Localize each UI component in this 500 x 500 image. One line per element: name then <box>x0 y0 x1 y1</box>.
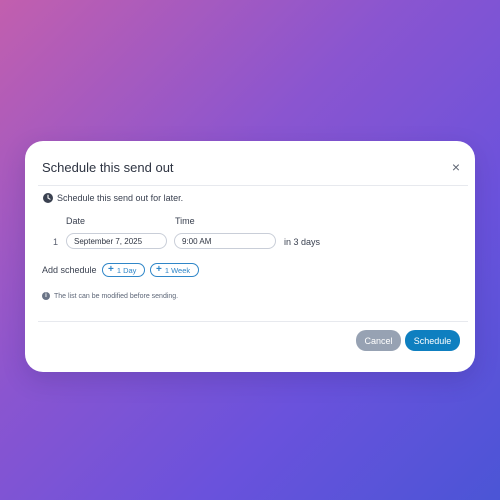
intro-text: Schedule this send out for later. <box>57 193 184 203</box>
schedule-row-index: 1 <box>53 237 59 247</box>
date-input[interactable] <box>66 233 167 249</box>
plus-icon: + <box>108 264 114 275</box>
header-divider <box>38 185 468 186</box>
add-1-week-button[interactable]: + 1 Week <box>150 263 199 277</box>
date-column-label: Date <box>66 216 86 226</box>
footer-divider <box>38 321 468 322</box>
time-column-label: Time <box>175 216 195 226</box>
info-note: i The list can be modified before sendin… <box>42 292 178 300</box>
modal-title: Schedule this send out <box>42 160 174 175</box>
plus-icon: + <box>156 264 162 275</box>
schedule-button[interactable]: Schedule <box>405 330 460 351</box>
close-icon[interactable]: × <box>449 159 463 175</box>
time-input[interactable] <box>174 233 276 249</box>
chip-label: 1 Day <box>116 265 137 275</box>
clock-icon <box>43 193 53 203</box>
note-text: The list can be modified before sending. <box>54 292 179 300</box>
schedule-modal: Schedule this send out × Schedule this s… <box>25 141 475 372</box>
cancel-button[interactable]: Cancel <box>356 330 401 351</box>
intro-line: Schedule this send out for later. <box>43 193 183 203</box>
relative-time-text: in 3 days <box>284 237 321 247</box>
add-schedule-label: Add schedule <box>42 265 97 275</box>
add-1-day-button[interactable]: + 1 Day <box>102 263 145 277</box>
info-icon: i <box>42 292 50 300</box>
chip-label: 1 Week <box>164 265 191 275</box>
